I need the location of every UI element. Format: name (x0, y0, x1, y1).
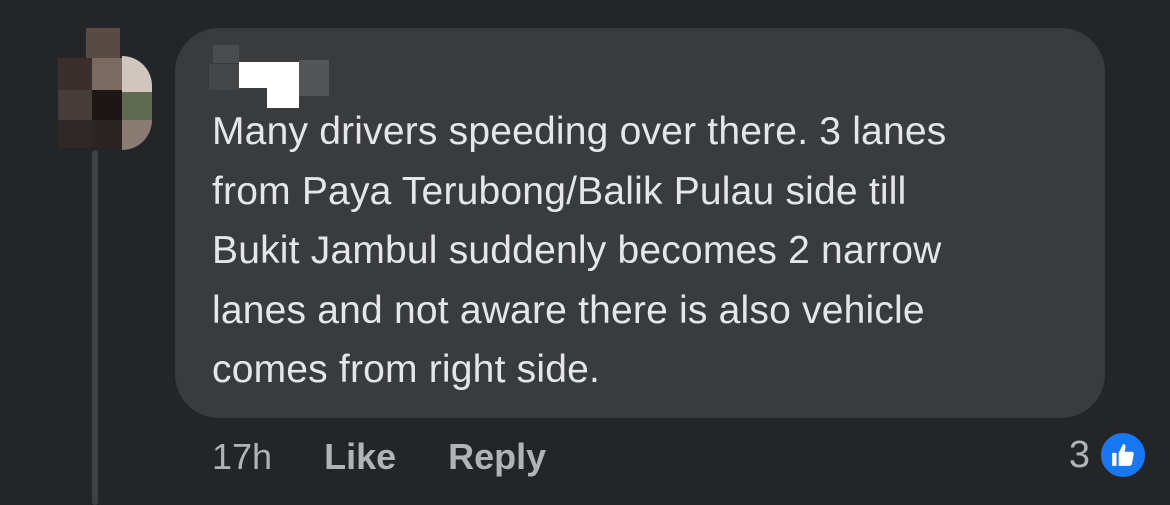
redaction-block (209, 64, 239, 90)
reaction-summary[interactable]: 3 (1069, 428, 1148, 482)
avatar-pixel (92, 120, 122, 148)
comment-line: Many drivers speeding over there. 3 lane… (212, 110, 947, 153)
avatar[interactable] (58, 28, 154, 152)
comment-actions: 17h Like Reply (212, 432, 598, 482)
avatar-pixel (92, 58, 122, 90)
avatar-pixel (58, 58, 92, 90)
comment-line: lanes and not aware there is also vehicl… (212, 288, 925, 332)
comment-text: Many drivers speeding over there. 3 lane… (212, 102, 1092, 400)
comment-timestamp[interactable]: 17h (212, 436, 272, 478)
avatar-pixel (122, 120, 152, 150)
comment-thread: Many drivers speeding over there. 3 lane… (0, 0, 1170, 505)
redaction-block (213, 45, 239, 63)
reply-button[interactable]: Reply (448, 436, 546, 478)
avatar-pixel (58, 90, 92, 120)
avatar-pixel (122, 56, 152, 92)
thumbs-up-glyph (1112, 444, 1134, 466)
reaction-count: 3 (1068, 433, 1090, 476)
like-button[interactable]: Like (324, 436, 396, 478)
comment-line: comes from right side. (212, 348, 601, 391)
author-name-redacted[interactable] (205, 40, 335, 110)
comment-line: Bukit Jambul suddenly becomes 2 narrow (212, 229, 942, 272)
redaction-block (299, 60, 329, 96)
comment-line: from Paya Terubong/Balik Pulau side till (212, 169, 907, 213)
avatar-pixel (58, 120, 92, 148)
avatar-pixel (92, 90, 122, 120)
avatar-pixel (86, 28, 120, 58)
redaction-block (239, 62, 299, 88)
thread-connector-line (92, 150, 98, 505)
thumbs-up-icon (1098, 430, 1148, 480)
avatar-pixel (122, 92, 152, 120)
